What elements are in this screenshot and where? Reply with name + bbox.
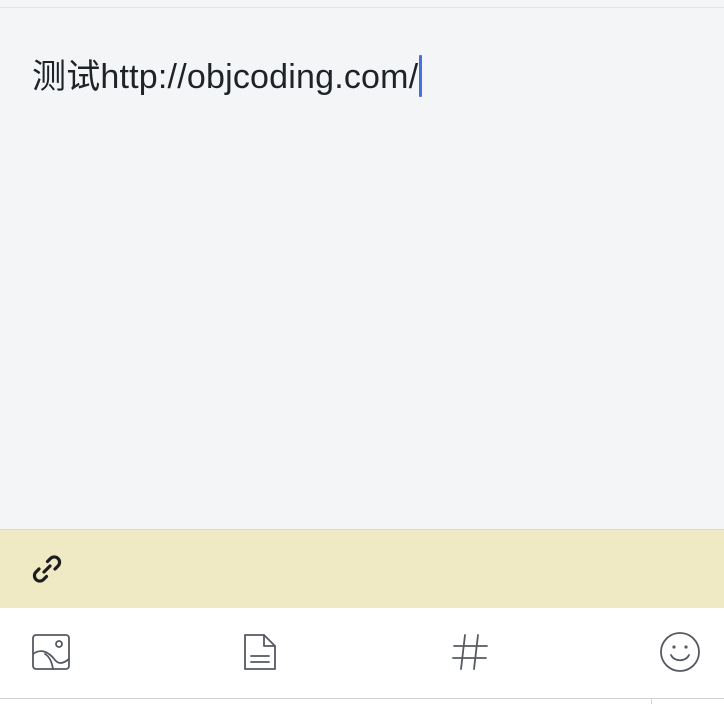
document-icon <box>244 634 276 670</box>
editor-text-value: 测试http://objcoding.com/ <box>32 58 419 96</box>
bottom-toolbar <box>0 608 724 698</box>
link-suggestion-bar <box>0 529 724 608</box>
compose-screen: 测试http://objcoding.com/ <box>0 0 724 704</box>
insert-link-button[interactable] <box>28 550 66 588</box>
hashtag-icon <box>452 634 488 670</box>
insert-emoji-button[interactable] <box>658 630 702 674</box>
insert-hashtag-button[interactable] <box>448 630 492 674</box>
link-icon <box>32 555 62 583</box>
smiley-icon <box>660 632 700 672</box>
bottom-divider-tick <box>651 699 652 704</box>
insert-document-button[interactable] <box>238 630 282 674</box>
image-icon <box>32 634 70 670</box>
insert-image-button[interactable] <box>29 630 73 674</box>
text-caret <box>419 55 423 97</box>
text-editor[interactable]: 测试http://objcoding.com/ <box>0 8 724 529</box>
editor-content[interactable]: 测试http://objcoding.com/ <box>32 54 423 100</box>
bottom-strip <box>0 699 724 704</box>
